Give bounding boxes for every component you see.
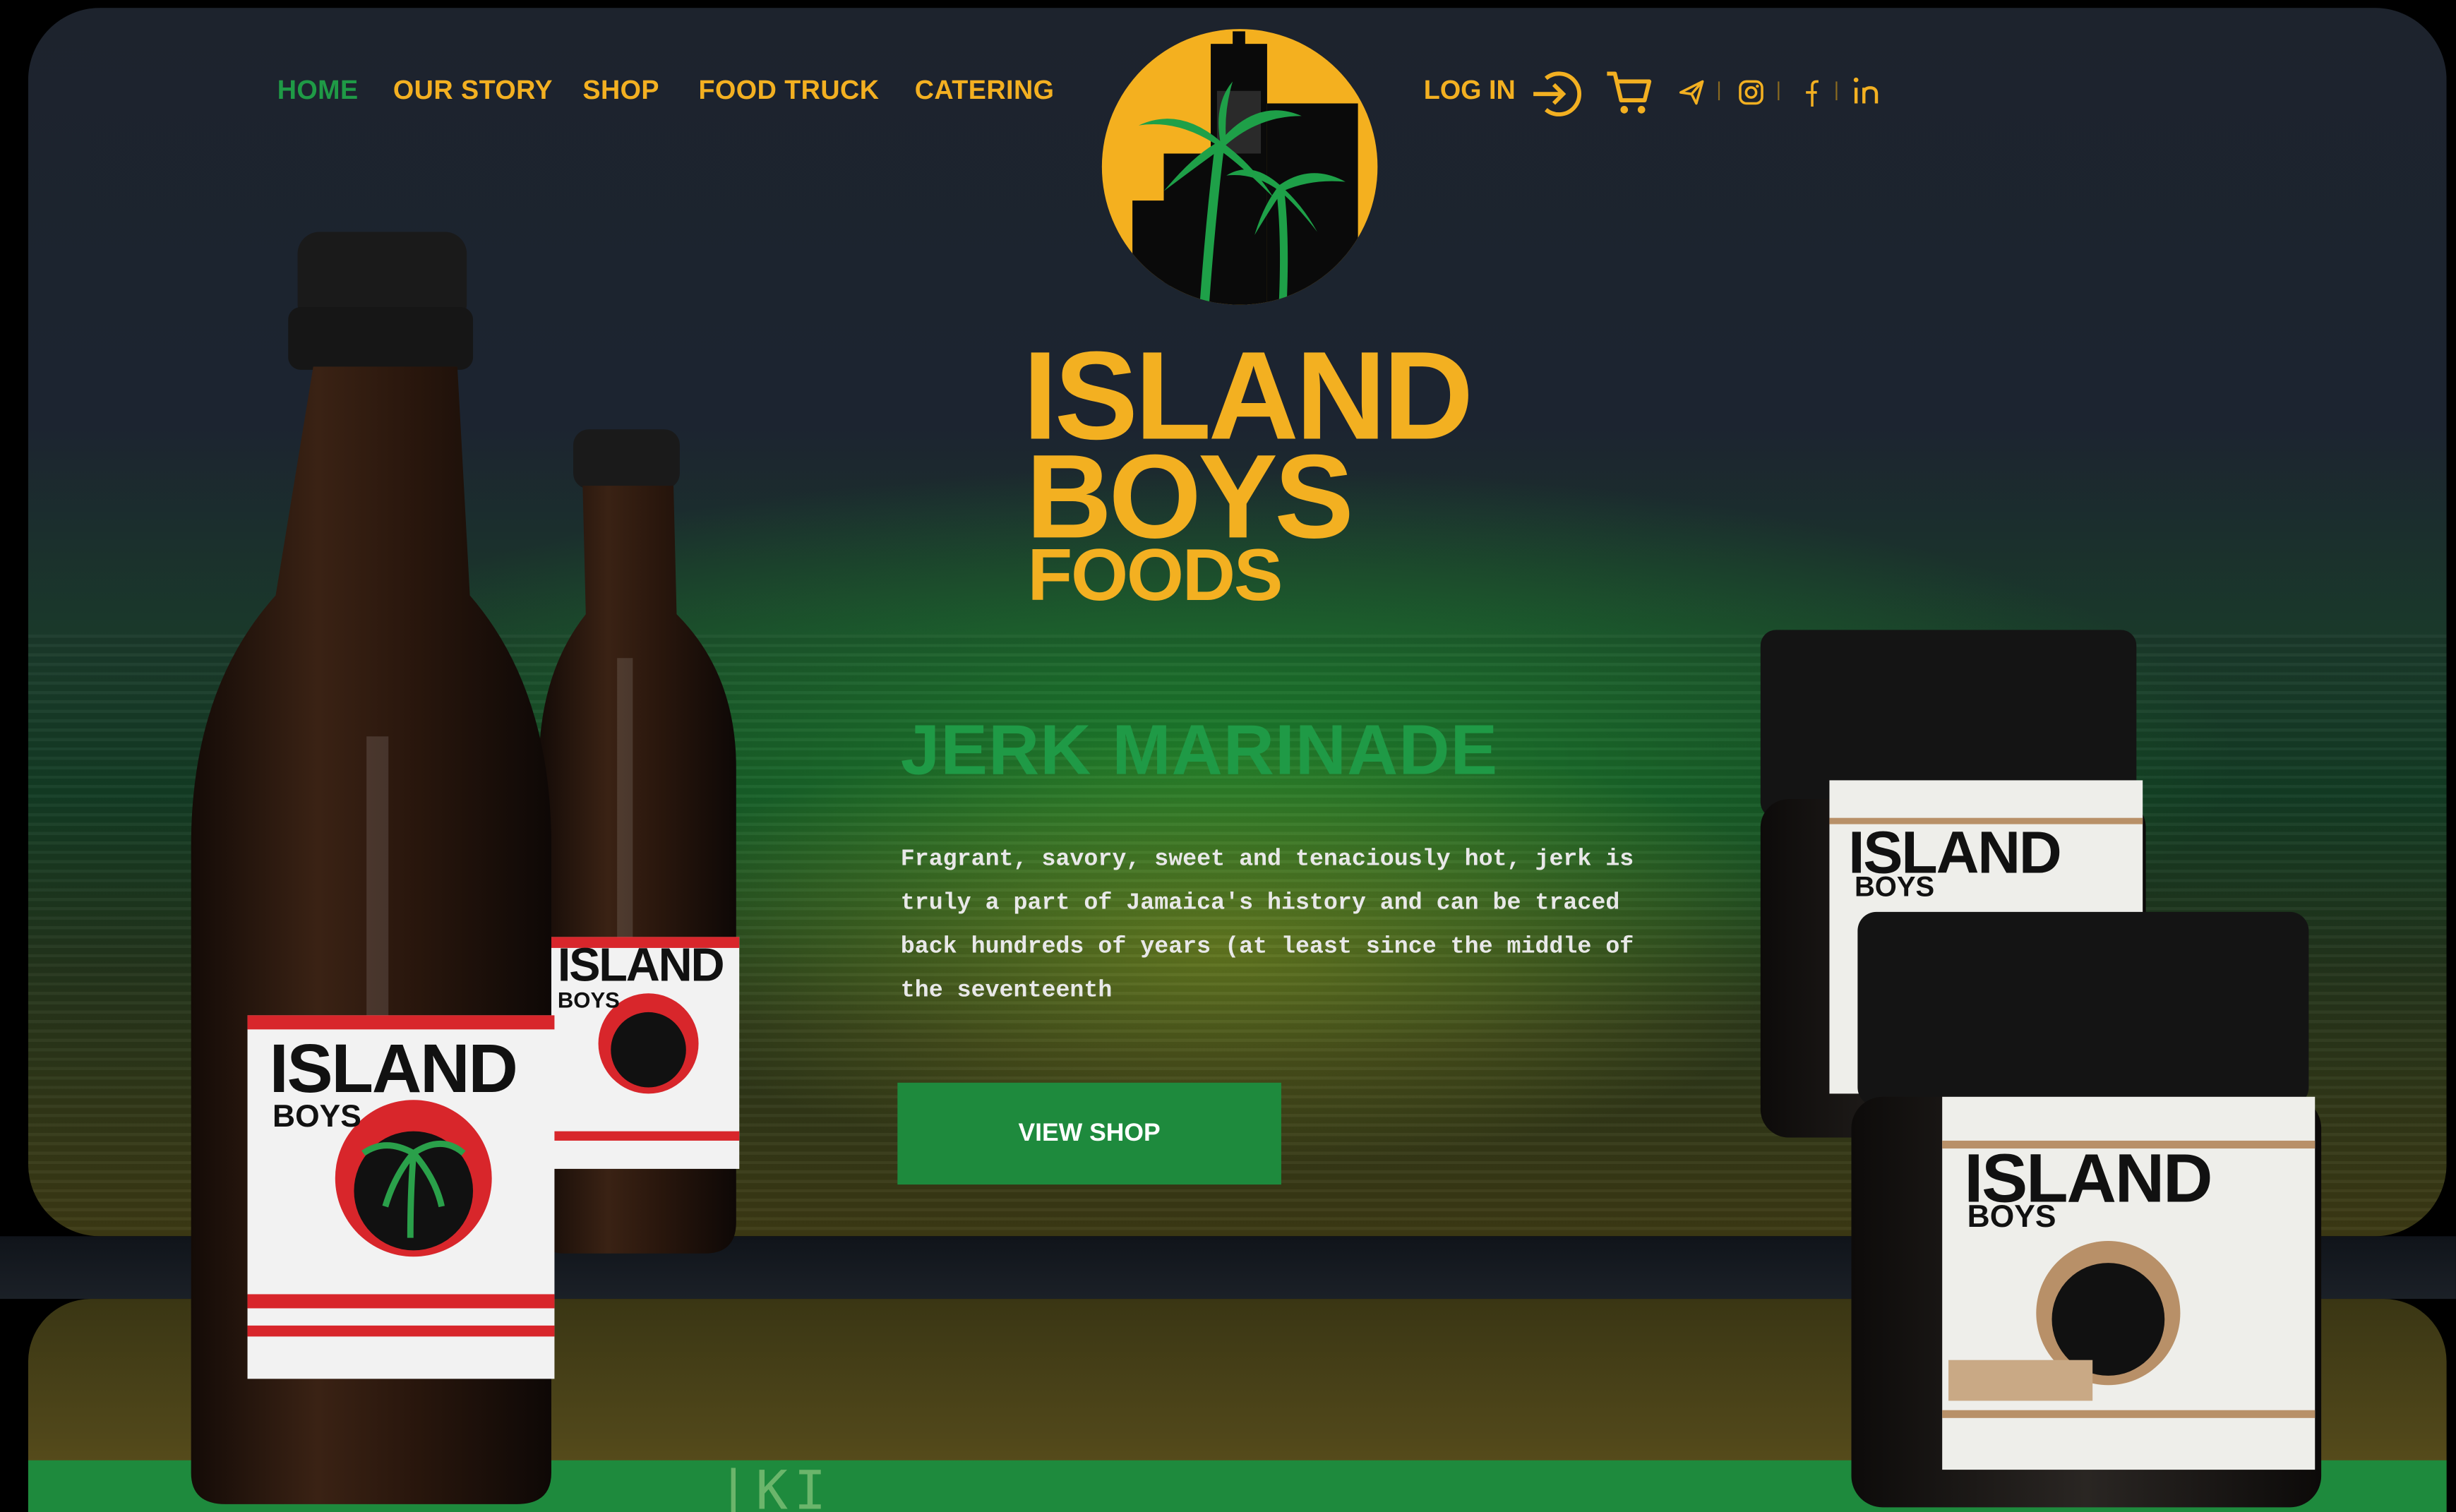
back-jar-label-sub: BOYS [1854,871,1935,903]
facebook-icon[interactable] [1798,77,1820,108]
section-divider [0,1236,2456,1300]
brand-line-foods: FOODS [1027,532,1283,616]
hero-title: JERK MARINADE [900,709,1499,790]
cart-icon[interactable] [1604,69,1654,116]
icon-separator [1718,81,1720,101]
icon-separator [1778,81,1780,101]
palm-tree-skyline-logo[interactable] [1101,28,1379,306]
green-footer-strip: |KI [28,1460,2447,1512]
telegram-icon[interactable] [1677,78,1706,107]
nav-home[interactable]: HOME [277,76,359,107]
front-jar-label-sub: BOYS [1967,1200,2056,1235]
page-stage: |KI HOME OUR STORY SHOP FOOD TRUCK CATER… [0,0,2456,1512]
linkedin-icon[interactable] [1852,76,1886,107]
back-bottle-label-sub: BOYS [557,987,620,1012]
nav-catering[interactable]: CATERING [915,76,1055,107]
login-arrow-icon[interactable] [1530,69,1583,119]
view-shop-button[interactable]: VIEW SHOP [897,1082,1281,1185]
front-bottle-label-brand: ISLAND [269,1031,518,1108]
strip-decoration: |KI [717,1460,833,1512]
back-bottle-label-brand: ISLAND [557,940,725,992]
instagram-icon[interactable] [1737,78,1766,107]
nav-food-truck[interactable]: FOOD TRUCK [699,76,880,107]
login-link[interactable]: LOG IN [1424,76,1516,107]
icon-separator [1835,81,1838,101]
hero-description: Fragrant, savory, sweet and tenaciously … [900,846,1634,1004]
front-bottle-label-sub: BOYS [272,1100,361,1135]
nav-shop[interactable]: SHOP [582,76,659,107]
nav-our-story[interactable]: OUR STORY [393,76,553,107]
